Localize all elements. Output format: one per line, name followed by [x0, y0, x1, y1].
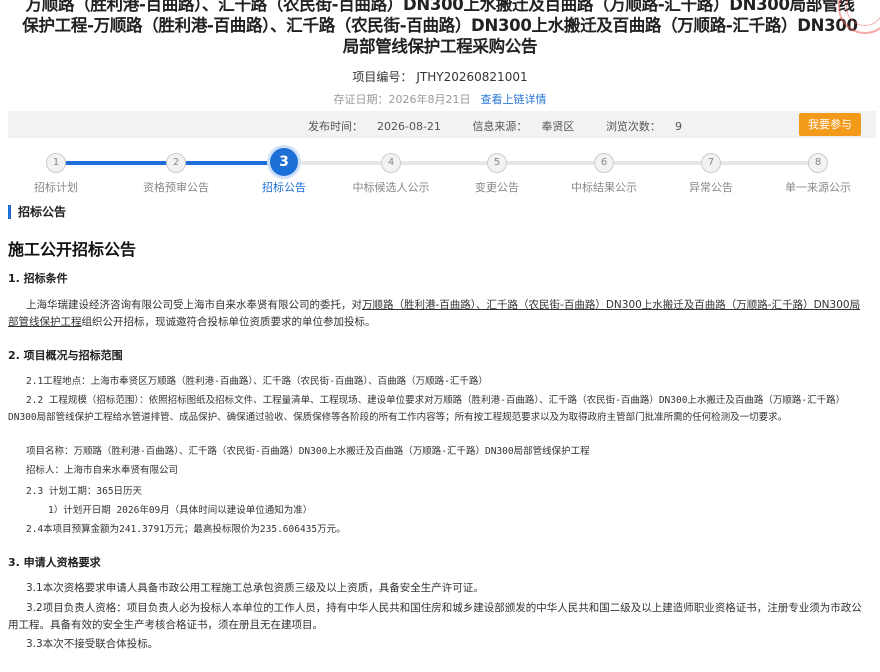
step-3[interactable]: 3 招标公告 — [234, 148, 334, 195]
section-2-heading: 2. 项目概况与招标范围 — [8, 349, 123, 362]
chain-detail-link[interactable]: 查看上链详情 — [481, 93, 547, 106]
step-label: 招标计划 — [34, 181, 78, 194]
step-number: 3 — [270, 148, 298, 176]
step-number: 8 — [808, 153, 828, 173]
step-label: 变更公告 — [475, 181, 519, 194]
item-3-2: 3.2项目负责人资格：项目负责人必为投标人本单位的工作人员，持有中华人民共和国住… — [8, 602, 862, 631]
step-4[interactable]: 4 中标候选人公示 — [341, 148, 441, 195]
join-button[interactable]: 我要参与 — [799, 113, 861, 136]
step-label: 异常公告 — [689, 181, 733, 194]
item-2-2: 2.2 工程规模（招标范围）：依照招标图纸及招标文件、工程量清单、工程现场、建设… — [8, 395, 846, 423]
item-project-name: 项目名称：万顺路（胜利港-百曲路）、汇千路（农民街-百曲路）DN300上水搬迁及… — [26, 446, 590, 457]
item-2-3: 2.3 计划工期：365日历天 — [26, 486, 143, 497]
step-number: 6 — [594, 153, 614, 173]
step-number: 7 — [701, 153, 721, 173]
item-2-4: 2.4本项目预算金额为241.3791万元；最高投标限价为235.606435万… — [26, 524, 346, 535]
info-source: 信息来源： 奉贤区 — [472, 120, 575, 133]
step-label: 中标候选人公示 — [352, 181, 430, 194]
project-number: 项目编号： JTHY20260821001 — [0, 68, 880, 85]
step-2[interactable]: 2 资格预审公告 — [126, 148, 226, 195]
section-1-text: 上海华瑞建设经济咨询有限公司受上海市自来水奉贤有限公司的委托，对万顺路（胜利港-… — [8, 299, 861, 328]
item-owner: 招标人：上海市自来水奉贤有限公司 — [26, 465, 179, 476]
step-number: 4 — [381, 153, 401, 173]
step-number: 5 — [487, 153, 507, 173]
step-label: 资格预审公告 — [143, 181, 209, 194]
step-6[interactable]: 6 中标结果公示 — [554, 148, 654, 195]
step-number: 2 — [166, 153, 186, 173]
step-5[interactable]: 5 变更公告 — [447, 148, 547, 195]
step-label: 中标结果公示 — [571, 181, 637, 194]
progress-steps: 1 招标计划 2 资格预审公告 3 招标公告 4 中标候选人公示 5 变更公告 6 中标结果公示 7 异常… — [0, 148, 880, 198]
view-count: 浏览次数： 9 — [605, 120, 682, 133]
page-title: 万顺路（胜利港-百曲路）、汇千路（农民街-百曲路）DN300上水搬迁及百曲路（万… — [22, 0, 858, 56]
item-2-3-1: 1）计划开日期 2026年09月（具体时间以建设单位通知为准） — [48, 505, 313, 516]
evidence-label: 存证日期： — [333, 93, 389, 106]
step-label: 单一来源公示 — [785, 181, 851, 194]
item-2-1: 2.1工程地点：上海市奉贤区万顺路（胜利港-百曲路）、汇千路（农民街-百曲路）、… — [26, 376, 488, 387]
info-bar: 发布时间： 2026-08-21 信息来源： 奉贤区 浏览次数： 9 — [8, 111, 876, 138]
item-3-1: 3.1本次资格要求申请人具备市政公用工程施工总承包资质三级及以上资质，具备安全生… — [26, 582, 484, 594]
evidence-date: 2026年8月21日 — [388, 93, 471, 106]
step-7[interactable]: 7 异常公告 — [661, 148, 761, 195]
project-number-value: JTHY20260821001 — [416, 70, 528, 84]
section-heading: 招标公告 — [8, 205, 66, 219]
publish-time: 发布时间： 2026-08-21 — [308, 120, 441, 133]
project-number-label: 项目编号： — [352, 70, 413, 84]
doc-title: 施工公开招标公告 — [8, 240, 137, 259]
step-8[interactable]: 8 单一来源公示 — [768, 148, 868, 195]
section-1-heading: 1. 招标条件 — [8, 272, 68, 285]
section-3-heading: 3. 申请人资格要求 — [8, 556, 101, 569]
step-number: 1 — [46, 153, 66, 173]
step-label: 招标公告 — [262, 181, 306, 194]
item-3-3: 3.3本次不接受联合体投标。 — [26, 638, 159, 650]
step-1[interactable]: 1 招标计划 — [6, 148, 106, 195]
evidence-row: 存证日期：2026年8月21日 查看上链详情 — [0, 91, 880, 107]
